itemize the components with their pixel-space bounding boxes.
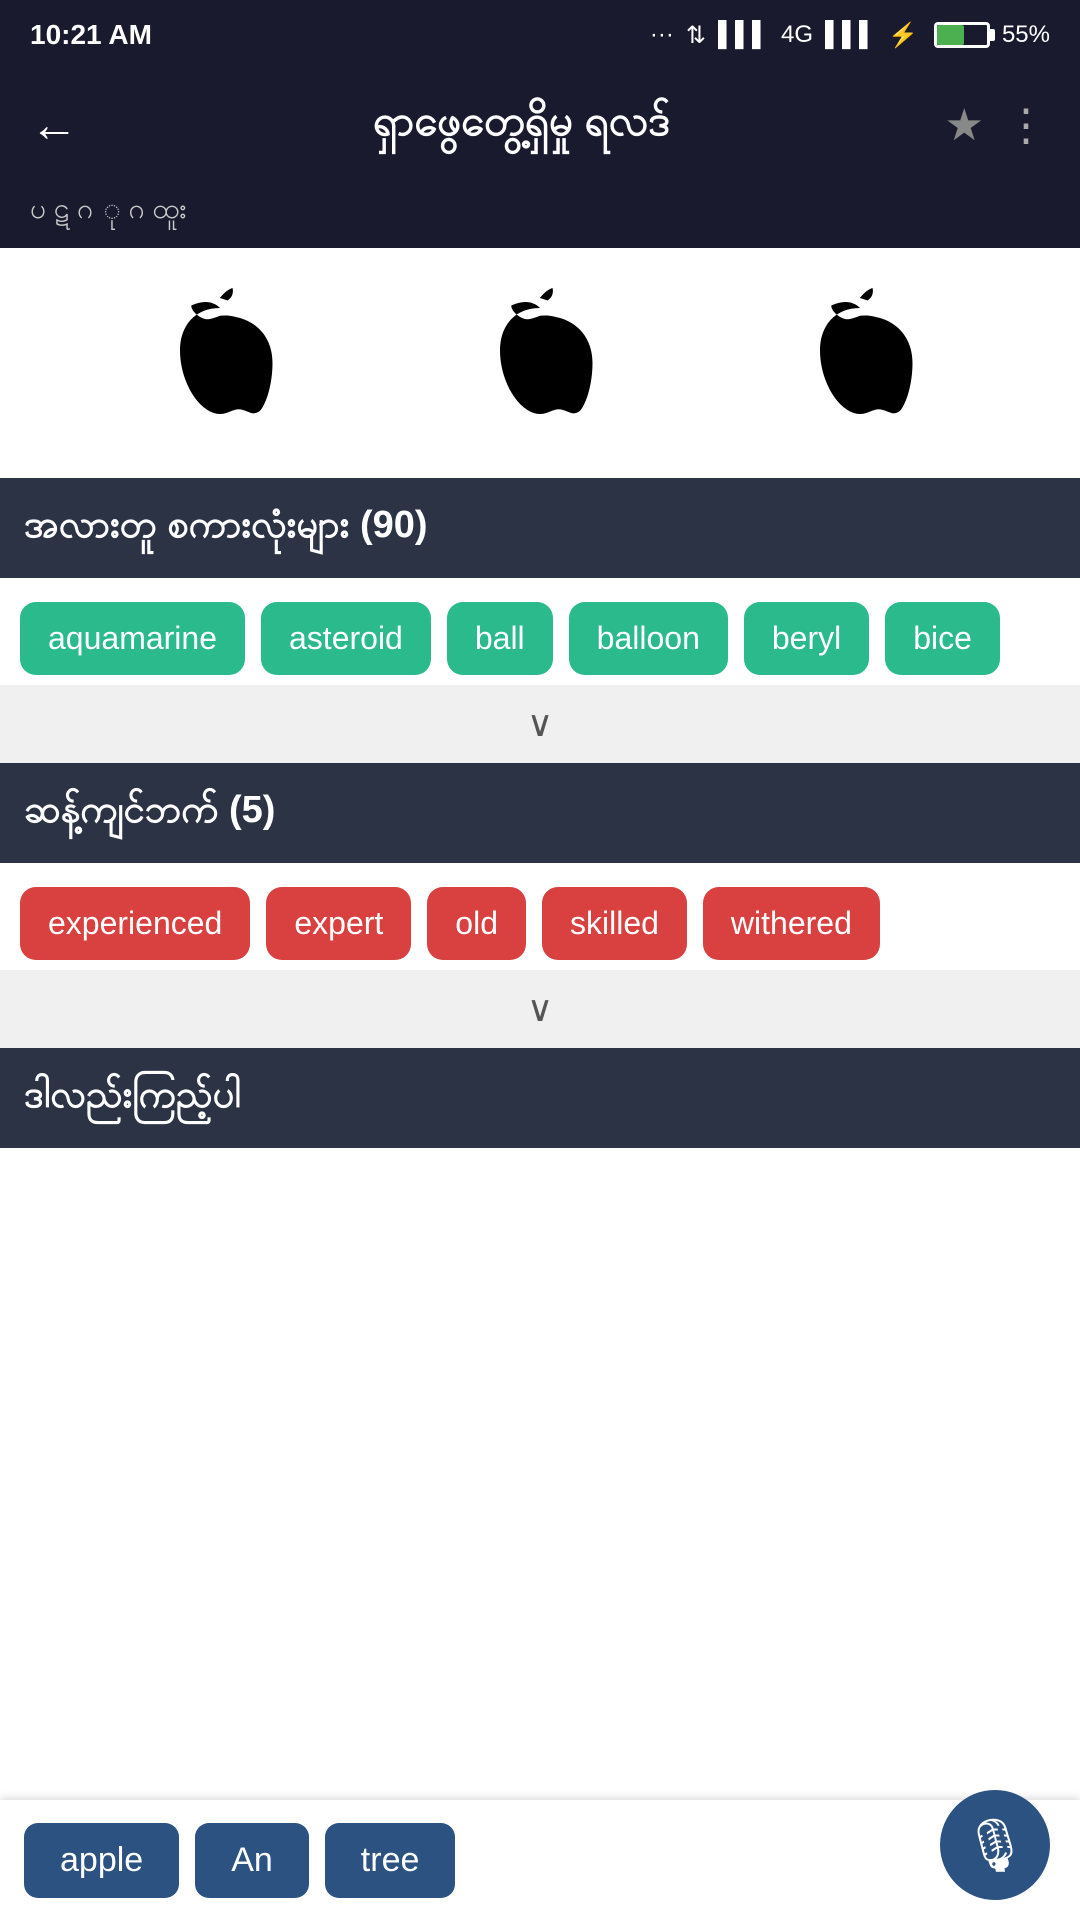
mic-icon: 🎙 [962, 1815, 1028, 1876]
battery-percent: 55% [1002, 21, 1050, 49]
charging-icon: ⚡ [888, 21, 918, 50]
bottom-tag-apple[interactable]: apple [24, 1823, 179, 1898]
subtitle-bar: ပ ဋ ဂ ု ဂ ထူး [0, 180, 1080, 248]
expand-related-button[interactable]: ∨ [0, 685, 1080, 763]
third-section-label: ဒါလည်းကြည့်ပါ [24, 1074, 241, 1116]
tag-expert[interactable]: expert [266, 887, 411, 960]
related-tags-container: aquamarine asteroid ball balloon beryl b… [0, 578, 1080, 685]
apple-icon-3 [795, 288, 925, 438]
battery-fill [937, 25, 965, 45]
status-bar: 10:21 AM ··· ⇅ ▌▌▌ 4G ▌▌▌ ⚡ 55% [0, 0, 1080, 70]
network-label: 4G [781, 21, 813, 49]
status-icons: ··· ⇅ ▌▌▌ 4G ▌▌▌ ⚡ 55% [650, 21, 1050, 50]
bottom-tag-an[interactable]: An [195, 1823, 309, 1898]
synonyms-label: ဆန့်ကျင်ဘက် [24, 789, 218, 831]
header: ← ရှာဖွေတွေ့ရှိမှု ရလဒ် ★ ⋮ [0, 70, 1080, 180]
expand-synonyms-button[interactable]: ∨ [0, 970, 1080, 1048]
more-options-button[interactable]: ⋮ [1004, 100, 1050, 151]
synonyms-section-header: ဆန့်ကျင်ဘက် (5) [0, 763, 1080, 863]
related-count: (90) [360, 504, 428, 546]
apple-icon-2 [475, 288, 605, 438]
subtitle-text: ပ ဋ ဂ ု ဂ ထူး [30, 193, 187, 224]
third-section-header: ဒါလည်းကြည့်ပါ [0, 1048, 1080, 1148]
synonyms-count: (5) [229, 789, 275, 831]
signal-bars2-icon: ▌▌▌ [825, 21, 876, 49]
chevron-down-icon: ∨ [527, 703, 553, 745]
apple-icons-section [0, 248, 1080, 478]
tag-withered[interactable]: withered [703, 887, 880, 960]
tag-balloon[interactable]: balloon [569, 602, 728, 675]
back-button[interactable]: ← [30, 98, 78, 153]
related-label: အလားတူ စကားလုံးများ [24, 504, 349, 546]
apple-icon-1 [155, 288, 285, 438]
status-time: 10:21 AM [30, 19, 152, 51]
signal-arrows-icon: ⇅ [686, 21, 706, 50]
bottom-tag-tree[interactable]: tree [325, 1823, 456, 1898]
tag-old[interactable]: old [427, 887, 526, 960]
tag-asteroid[interactable]: asteroid [261, 602, 431, 675]
tag-bice[interactable]: bice [885, 602, 1000, 675]
signal-dots-icon: ··· [650, 21, 674, 49]
signal-bars-icon: ▌▌▌ [718, 21, 769, 49]
favorite-button[interactable]: ★ [945, 100, 984, 151]
related-section-header: အလားတူ စကားလုံးများ (90) [0, 478, 1080, 578]
synonyms-tags-container: experienced expert old skilled withered [0, 863, 1080, 970]
tag-experienced[interactable]: experienced [20, 887, 250, 960]
battery-bar [934, 22, 990, 48]
tag-ball[interactable]: ball [447, 602, 553, 675]
tag-skilled[interactable]: skilled [542, 887, 687, 960]
mic-button[interactable]: 🎙 [940, 1790, 1050, 1900]
bottom-toolbar: apple An tree 🎙 [0, 1800, 1080, 1920]
tag-beryl[interactable]: beryl [744, 602, 869, 675]
tag-aquamarine[interactable]: aquamarine [20, 602, 245, 675]
chevron-down-icon-2: ∨ [527, 988, 553, 1030]
page-title: ရှာဖွေတွေ့ရှိမှု ရလဒ် [98, 94, 945, 156]
